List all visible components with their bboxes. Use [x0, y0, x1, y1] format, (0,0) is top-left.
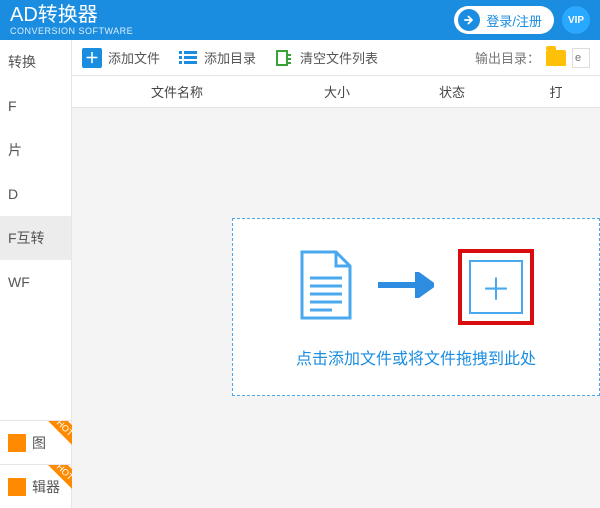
- col-size: 大小: [282, 82, 392, 101]
- drop-hint: 点击添加文件或将文件拖拽到此处: [253, 345, 579, 369]
- add-file-button[interactable]: ＋ 添加文件: [82, 48, 160, 68]
- app-title: AD转换器: [10, 5, 133, 25]
- col-status: 状态: [392, 82, 512, 101]
- plus-icon: ＋: [82, 48, 102, 68]
- sidebar: 转换 F 片 D F互转 WF 图 HOT 辑器 HOT: [0, 40, 72, 508]
- add-file-label: 添加文件: [108, 48, 160, 67]
- login-button[interactable]: 登录/注册: [454, 6, 554, 34]
- list-icon: [178, 48, 198, 68]
- output-dir-input[interactable]: [572, 48, 590, 68]
- col-name: 文件名称: [72, 82, 282, 101]
- vip-badge[interactable]: VIP: [562, 6, 590, 34]
- hot-ribbon: HOT: [42, 420, 72, 451]
- drop-zone[interactable]: ＋ 点击添加文件或将文件拖拽到此处: [232, 218, 600, 396]
- sidebar-item-0[interactable]: 转换: [0, 40, 71, 84]
- clear-icon: [274, 48, 294, 68]
- add-dir-button[interactable]: 添加目录: [178, 48, 256, 68]
- arrow-icon: [378, 272, 434, 303]
- promo-icon: [8, 478, 26, 496]
- plus-icon: ＋: [469, 260, 523, 314]
- app-header: AD转换器 CONVERSION SOFTWARE 登录/注册 VIP: [0, 0, 600, 40]
- sidebar-item-1[interactable]: F: [0, 84, 71, 128]
- sidebar-item-5[interactable]: WF: [0, 260, 71, 304]
- sidebar-bottom-1-label: 辑器: [32, 477, 60, 497]
- drop-illustration: ＋: [253, 249, 579, 325]
- output-dir[interactable]: 输出目录：: [475, 48, 590, 68]
- promo-icon: [8, 434, 26, 452]
- col-action: 打: [512, 82, 600, 101]
- toolbar: ＋ 添加文件 添加目录 清空文件列表 输出目录：: [72, 40, 600, 76]
- workspace: 转换 F 片 D F互转 WF 图 HOT 辑器 HOT ＋ 添加文件: [0, 40, 600, 508]
- add-file-target[interactable]: ＋: [458, 249, 534, 325]
- clear-label: 清空文件列表: [300, 48, 378, 67]
- app-title-block: AD转换器 CONVERSION SOFTWARE: [10, 5, 133, 36]
- sidebar-item-2[interactable]: 片: [0, 128, 71, 172]
- column-headers: 文件名称 大小 状态 打: [72, 76, 600, 108]
- login-icon: [458, 9, 480, 31]
- sidebar-bottom-0-label: 图: [32, 433, 46, 453]
- file-canvas: ＋ 点击添加文件或将文件拖拽到此处: [72, 108, 600, 508]
- sidebar-bottom-0[interactable]: 图 HOT: [0, 420, 72, 464]
- document-icon: [298, 250, 354, 325]
- sidebar-bottom: 图 HOT 辑器 HOT: [0, 420, 72, 508]
- folder-icon: [546, 50, 566, 66]
- sidebar-bottom-1[interactable]: 辑器 HOT: [0, 464, 72, 508]
- clear-list-button[interactable]: 清空文件列表: [274, 48, 378, 68]
- output-dir-label: 输出目录：: [475, 48, 540, 67]
- sidebar-item-3[interactable]: D: [0, 172, 71, 216]
- app-subtitle: CONVERSION SOFTWARE: [10, 27, 133, 36]
- add-dir-label: 添加目录: [204, 48, 256, 67]
- sidebar-item-4[interactable]: F互转: [0, 216, 71, 260]
- header-actions: 登录/注册 VIP: [454, 6, 590, 34]
- login-label: 登录/注册: [486, 11, 542, 30]
- main-panel: ＋ 添加文件 添加目录 清空文件列表 输出目录：: [72, 40, 600, 508]
